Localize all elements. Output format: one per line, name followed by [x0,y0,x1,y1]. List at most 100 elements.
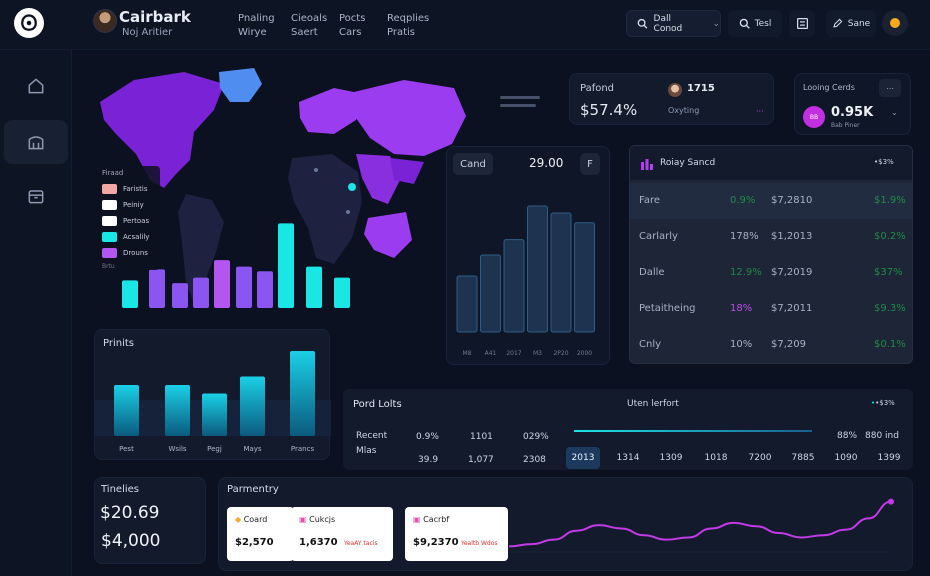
search-label: Tesl [754,18,772,29]
nav-item-4[interactable]: Reqplies Pratis [387,12,429,40]
parmentry-card: Parmentry ◆ Coard $2,570 ▣ Cukcjs 1,6370… [218,477,913,571]
kpi-label: Pafond [580,83,615,94]
table-row[interactable]: Petaitheing 18% $7,2011 $9.3% [630,291,912,327]
funds-cell: 0.9% [416,432,439,442]
sidebar-item-home[interactable] [4,64,68,108]
sidebar-item-archive[interactable] [4,120,68,164]
payment-card[interactable]: ▣ Cacrbf $9,2370 Yealtb Wdos [405,507,508,561]
payment-card[interactable]: ▣ Cukcjs 1,6370 YeaAY tacis [291,507,393,561]
map-marker[interactable] [348,183,356,191]
middle-bar [527,205,548,333]
sidebar-item-box[interactable] [4,174,68,218]
spend-table: Roiay Sancd •$3% Fare 0.9% $7,2810 $1.9% Car… [629,145,913,364]
nav-item-1[interactable]: Pnaling Wirye [238,12,275,40]
row-pct: 0.9% [730,195,756,206]
payment-card-value: 1,6370 [299,537,338,548]
archive-icon [28,136,44,150]
funds-subtitle: Uten lerfort [627,399,679,409]
prints-axis-label: Pegj [207,445,222,453]
sidebar [0,50,72,576]
middle-bar-chart: M8 A41 2017 M3 2P20 2000 [456,205,595,357]
payment-card[interactable]: ◆ Coard $2,570 [227,507,294,561]
timeline-tab[interactable]: 1314 [611,447,645,469]
nav-item-3[interactable]: Pocts Cars [339,12,365,40]
map-bar [257,271,273,308]
row-change: $0.2% [874,231,906,242]
map-bar [306,266,322,308]
prints-axis-label: Mays [243,445,261,453]
timeline-tab[interactable]: 1018 [699,447,733,469]
middle-axis-label: 2017 [506,350,521,357]
search-icon [739,18,750,29]
avatar: BB [803,106,825,128]
map-bar [122,280,138,308]
middle-bar [503,239,525,333]
table-row[interactable]: Carlarly 178% $1,2013 $0.2% [630,219,912,255]
map-bar [193,277,209,308]
payment-card-value: $9,2370 [413,537,459,548]
bar-chart-icon [641,159,653,170]
middle-axis-label: 2P20 [553,350,568,357]
row-pct: 178% [730,231,759,242]
prints-axis-label: Prancs [291,445,315,453]
timeline-tab[interactable]: 7200 [743,447,777,469]
home-icon [28,78,44,94]
funds-cell: 39.9 [418,455,439,465]
legend-item: Drouns [102,245,156,261]
table-header: Roiay Sancd •$3% [630,146,912,180]
payment-card-name: ▣ Cacrbf [413,515,450,524]
row-amount: $7,2011 [771,303,813,314]
row-name: Petaitheing [639,303,696,314]
table-row[interactable]: Dalle 12.9% $7,2019 $37% [630,255,912,291]
legend-footer: Brtu [102,263,115,270]
kpi-mini-value: 1715 [687,83,715,94]
pencil-icon [833,18,843,28]
timeline-tab[interactable]: 7885 [786,447,820,469]
prints-card: Prinits Pest Wsils Pegj Mays Prancs [94,329,331,460]
funds-cell: 880 ind [865,431,899,441]
legend-item: Peiniy [102,197,156,213]
table-row[interactable]: Cnly 10% $7,209 $0.1% [630,327,912,363]
payment-card-extra: YeaAY tacis [344,540,378,547]
funds-cell: 1,077 [468,455,494,465]
dropdown-label: Dall Conod [653,13,683,34]
map-bar [334,277,350,308]
nav-item-2[interactable]: Cieoals Saert [291,12,327,40]
timeline-tab[interactable]: 2013 [566,447,600,469]
map-bar [278,223,294,308]
funds-card: Pord Lolts Uten lerfort ••$3% Recent 0.9… [343,389,913,470]
row-amount: $7,2019 [771,267,813,278]
timeline-tab[interactable]: 1090 [829,447,863,469]
middle-bar [550,212,572,333]
app-logo[interactable] [14,8,44,38]
status-indicator[interactable] [882,10,908,36]
payment-card-extra: Yealtb Wdos [461,540,498,547]
middle-axis-label: M8 [463,350,472,357]
more-dots-icon[interactable]: ··· [756,107,764,116]
menu-lines-icon[interactable] [500,96,540,112]
document-button[interactable] [789,10,815,37]
search-button[interactable]: Tesl [728,10,782,37]
save-label: Sane [847,18,871,29]
timeline-tab[interactable]: 1309 [654,447,688,469]
row-change: $9.3% [874,303,906,314]
line-end-point [888,498,894,505]
chevron-down-icon[interactable]: ⌄ [891,108,898,117]
row-name: Dalle [639,267,665,278]
loading-card[interactable]: Looing Cerds ⋯ BB 0.95K Bab Piner ⌄ [794,73,911,135]
row-amount: $7,2810 [771,195,813,206]
middle-axis-label: 2000 [577,350,592,357]
kpi-card[interactable]: Pafond $57.4% 1715 Oxyting ··· [569,73,774,125]
middle-chart-card: Cand 29.00 F M8 A41 2017 M3 2P20 2000 [446,146,610,365]
user-avatar[interactable] [93,9,117,33]
document-icon [796,18,808,29]
save-button[interactable]: Sane [826,10,876,37]
map-bar [236,266,252,308]
timeline-tab[interactable]: 1399 [872,447,906,469]
map-bar [149,269,165,308]
funds-cell: 88% [837,431,858,441]
table-row[interactable]: Fare 0.9% $7,2810 $1.9% [630,183,912,219]
loading-value: 0.95K [831,105,874,120]
filter-dropdown[interactable]: Dall Conod ⌄ [626,10,721,37]
card-menu-button[interactable]: ⋯ [879,79,901,97]
